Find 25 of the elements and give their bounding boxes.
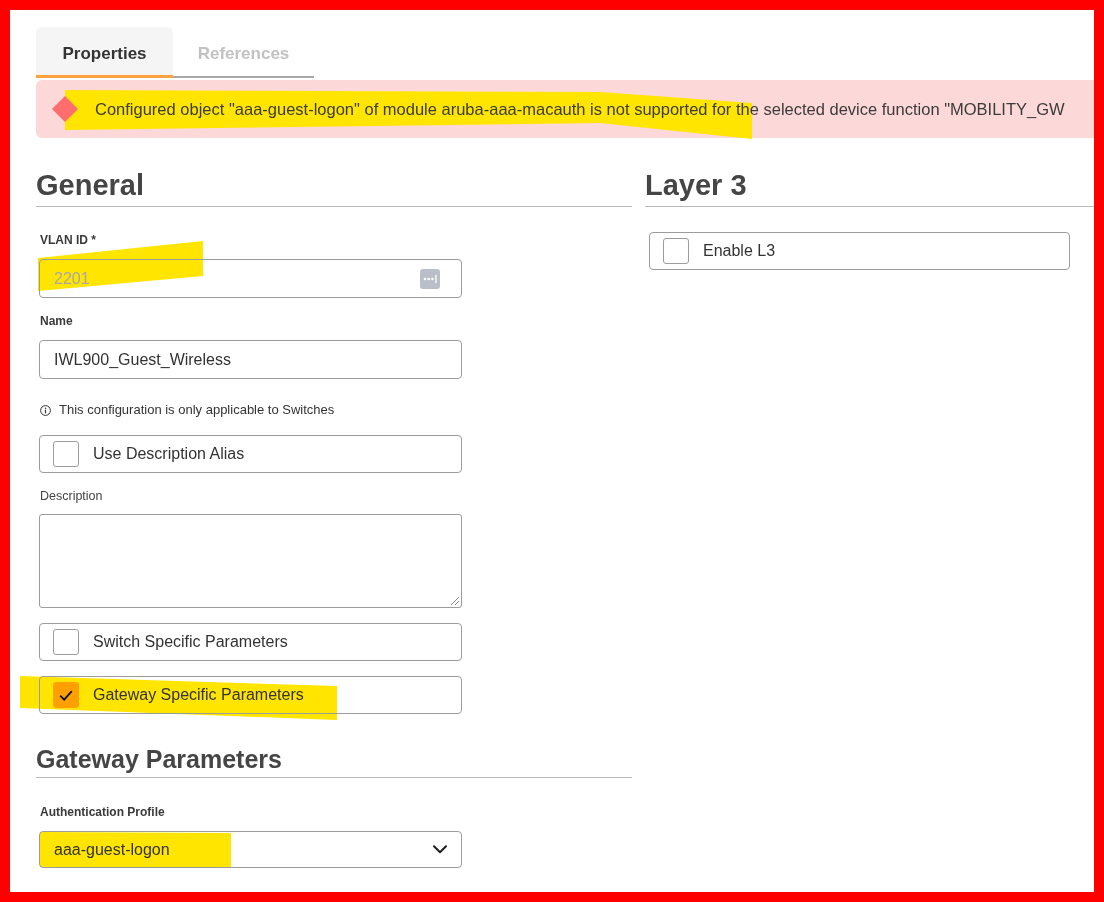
field-label: Authentication Profile	[40, 804, 165, 820]
textarea-field[interactable]	[39, 514, 462, 608]
checkmark-icon	[59, 689, 73, 701]
checkbox[interactable]	[53, 682, 79, 708]
text-field[interactable]: IWL900_Guest_Wireless	[39, 340, 462, 379]
tab[interactable]: Properties	[36, 27, 173, 78]
checkbox-field[interactable]: Switch Specific Parameters	[39, 623, 462, 661]
checkbox-field[interactable]: Enable L3	[649, 232, 1070, 270]
field-label: Name	[40, 313, 73, 329]
section-heading: Gateway Parameters	[36, 744, 282, 774]
info-icon	[40, 404, 51, 416]
chevron-down-icon	[433, 845, 447, 854]
diamond-icon	[52, 96, 78, 122]
checkbox[interactable]	[53, 441, 79, 467]
info-note: This configuration is only applicable to Switches	[59, 402, 335, 418]
section-heading: General	[36, 168, 144, 202]
section-heading: Layer 3	[645, 168, 747, 202]
checkbox-field[interactable]: Use Description Alias	[39, 435, 462, 473]
select-field[interactable]: aaa-guest-logon	[39, 831, 462, 868]
field-label: VLAN ID *	[40, 232, 96, 248]
checkbox[interactable]	[663, 238, 689, 264]
resize-grip-icon[interactable]	[451, 597, 459, 605]
checkbox-field[interactable]: Gateway Specific Parameters	[39, 676, 462, 714]
checkbox[interactable]	[53, 629, 79, 655]
field-label: Description	[40, 488, 103, 504]
